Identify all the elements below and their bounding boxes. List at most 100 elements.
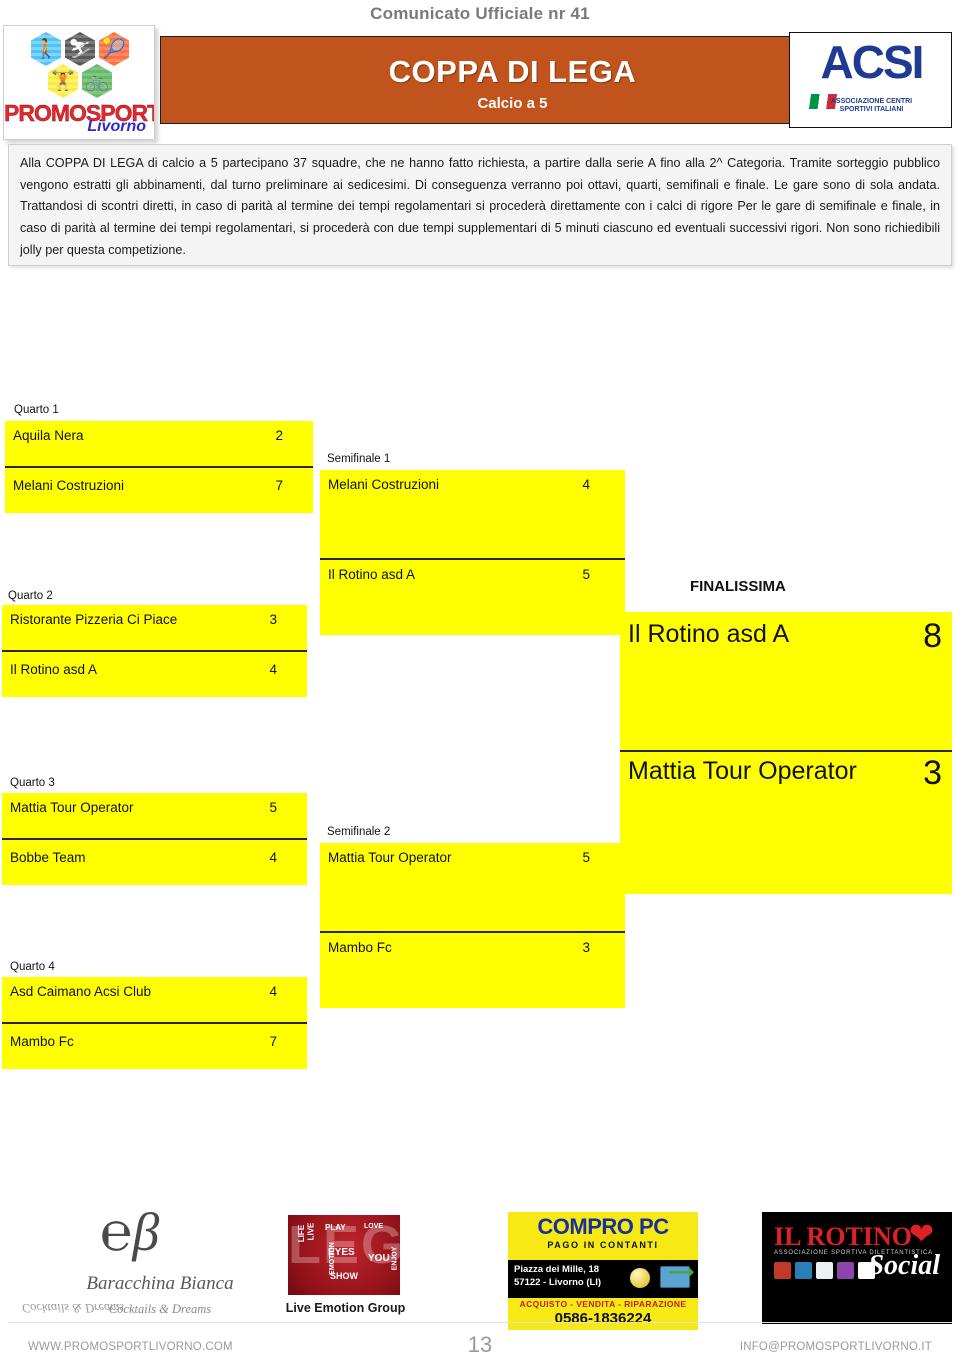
match-divider xyxy=(2,838,307,840)
rotino-partner-icons xyxy=(774,1262,875,1279)
match-divider xyxy=(2,650,307,652)
team-home-q3: Mattia Tour Operator xyxy=(10,800,134,815)
heart-icon: ❤ xyxy=(908,1218,934,1251)
match-divider xyxy=(2,1022,307,1024)
recycle-arrow-icon: ⟶ xyxy=(668,1262,694,1282)
hex-tennis-icon: 🎾 xyxy=(99,32,129,66)
communique-number: Comunicato Ufficiale nr 41 xyxy=(370,4,590,23)
round-label-semifinal-1: Semifinale 1 xyxy=(327,453,391,465)
baracchina-monogram-icon: ℮β xyxy=(100,1202,160,1262)
partner-icon-2 xyxy=(795,1262,812,1279)
score-away-q2: 4 xyxy=(269,662,277,677)
match-divider xyxy=(5,466,313,468)
score-home-q1: 2 xyxy=(275,428,283,443)
page-title: COPPA DI LEGA xyxy=(388,54,637,89)
partner-icon-1 xyxy=(774,1262,791,1279)
compro-header-band: COMPRO PC PAGO IN CONTANTI xyxy=(508,1212,698,1260)
match-box-quarter-4: Asd Caimano Acsi Club 4 Mambo Fc 7 xyxy=(2,977,307,1069)
acsi-tagline-line2: SPORTIVI ITALIANI xyxy=(839,106,904,114)
score-home-sf2: 5 xyxy=(582,850,590,865)
team-away-q4: Mambo Fc xyxy=(10,1034,74,1049)
score-home-q2: 3 xyxy=(269,612,277,627)
hex-cycling-icon: 🚲 xyxy=(82,64,112,98)
leg-name: Live Emotion Group xyxy=(285,1301,406,1315)
compro-title: COMPRO PC xyxy=(537,1214,669,1239)
partner-icon-4 xyxy=(837,1262,854,1279)
match-divider xyxy=(320,931,625,933)
score-home-q4: 4 xyxy=(269,984,277,999)
leg-word-enjoy: ENJOY xyxy=(391,1246,399,1271)
hex-skiing-icon: ⛷ xyxy=(65,32,95,66)
score-away-final: 3 xyxy=(923,754,942,792)
score-home-sf1: 4 xyxy=(582,477,590,492)
acsi-tagline: ASSOCIAZIONE CENTRI SPORTIVI ITALIANI xyxy=(790,97,951,116)
round-label-quarter-3: Quarto 3 xyxy=(10,777,55,789)
hex-running-icon: 🚶 xyxy=(31,32,61,66)
hex-weightlifting-icon: 🏋 xyxy=(48,64,78,98)
match-box-quarter-2: Ristorante Pizzeria Ci Piace 3 Il Rotino… xyxy=(2,605,307,697)
acsi-acronym: ACSI xyxy=(820,36,925,88)
round-label-quarter-1: Quarto 1 xyxy=(14,404,59,416)
match-box-semifinal-1-tail xyxy=(320,585,625,635)
logo-hex-row-bottom: 🏋 🚲 xyxy=(4,64,154,98)
match-box-final: Il Rotino asd A 8 Mattia Tour Operator 3 xyxy=(620,612,952,894)
acsi-logo: ACSI ASSOCIAZIONE CENTRI SPORTIVI ITALIA… xyxy=(789,32,952,128)
team-away-q2: Il Rotino asd A xyxy=(10,662,98,677)
compro-address-band: Piazza dei Mille, 18 57122 - Livorno (LI… xyxy=(508,1260,698,1298)
leg-word-life: LIFE xyxy=(297,1224,307,1243)
leg-word-live: LIVE xyxy=(306,1222,316,1241)
round-label-quarter-2: Quarto 2 xyxy=(8,590,53,602)
team-away-final: Mattia Tour Operator xyxy=(628,757,857,785)
leg-word-play: PLAY xyxy=(325,1223,346,1232)
document-page: Comunicato Ufficiale nr 41 🚶 ⛷ 🎾 🏋 🚲 PRO… xyxy=(0,0,960,1370)
team-away-q3: Bobbe Team xyxy=(10,850,86,865)
match-divider xyxy=(320,558,625,560)
match-box-quarter-1: Aquila Nera 2 Melani Costruzioni 7 xyxy=(5,421,313,513)
partner-icon-5 xyxy=(858,1262,875,1279)
sponsor-baracchina-bianca: ℮β Baracchina Bianca Cocktails & Dreams … xyxy=(22,1202,234,1335)
baracchina-tagline-reflection: Cocktails & Dreams xyxy=(21,1301,125,1315)
match-box-semifinal-1: Melani Costruzioni 4 Il Rotino asd A 5 xyxy=(320,470,625,585)
compro-phone: 0586-1836224 xyxy=(554,1310,652,1327)
compro-address-line1: Piazza dei Mille, 18 xyxy=(514,1264,600,1275)
compro-services: ACQUISTO - VENDITA - RIPARAZIONE xyxy=(519,1299,687,1309)
partner-icon-3 xyxy=(816,1262,833,1279)
score-away-sf1: 5 xyxy=(582,567,590,582)
team-away-sf2: Mambo Fc xyxy=(328,940,392,955)
team-home-q4: Asd Caimano Acsi Club xyxy=(10,984,152,999)
leg-word-emotion: EMOTION xyxy=(328,1242,336,1275)
score-away-sf2: 3 xyxy=(582,940,590,955)
leg-logo-tile: LEG LIFE LIVE PLAY LOVE EYES YOU SHOW EM… xyxy=(288,1215,400,1295)
rotino-name: IL ROTINO xyxy=(774,1222,912,1251)
score-home-final: 8 xyxy=(923,617,942,655)
score-away-q1: 7 xyxy=(275,478,283,493)
footer-email[interactable]: INFO@PROMOSPORTLIVORNO.IT xyxy=(740,1341,932,1353)
compro-address-line2: 57122 - Livorno (LI) xyxy=(514,1276,602,1288)
promosport-city: Livorno xyxy=(87,118,146,135)
leg-word-you: YOU xyxy=(368,1253,390,1264)
team-home-final: Il Rotino asd A xyxy=(628,620,790,648)
coin-icon xyxy=(630,1268,650,1288)
sponsor-il-rotino-social: IL ROTINO ❤ ASSOCIAZIONE SPORTIVA DILETT… xyxy=(762,1212,952,1324)
score-home-q3: 5 xyxy=(269,800,277,815)
leg-word-love: LOVE xyxy=(364,1223,384,1230)
promosport-logo: 🚶 ⛷ 🎾 🏋 🚲 PROMOSPORT Livorno xyxy=(3,25,155,140)
round-label-quarter-4: Quarto 4 xyxy=(10,961,55,973)
page-subtitle: Calcio a 5 xyxy=(477,95,548,112)
round-label-semifinal-2: Semifinale 2 xyxy=(327,826,391,838)
sponsor-live-emotion-group: LEG LIFE LIVE PLAY LOVE EYES YOU SHOW EM… xyxy=(286,1215,410,1335)
compro-address: Piazza dei Mille, 18 57122 - Livorno (LI… xyxy=(514,1264,601,1290)
compro-services-band: ACQUISTO - VENDITA - RIPARAZIONE 0586-18… xyxy=(508,1298,698,1330)
team-away-q1: Melani Costruzioni xyxy=(13,478,125,493)
compro-subtitle: PAGO IN CONTANTI xyxy=(547,1240,659,1250)
team-home-q1: Aquila Nera xyxy=(13,428,84,443)
match-box-semifinal-2: Mattia Tour Operator 5 Mambo Fc 3 xyxy=(320,843,625,958)
match-divider xyxy=(620,750,952,752)
logo-hex-row-top: 🚶 ⛷ 🎾 xyxy=(4,32,154,66)
match-box-quarter-3: Mattia Tour Operator 5 Bobbe Team 4 xyxy=(2,793,307,885)
acsi-tagline-line1: ASSOCIAZIONE CENTRI xyxy=(830,97,913,105)
title-banner: COPPA DI LEGA Calcio a 5 xyxy=(160,36,865,124)
rules-text-box: Alla COPPA DI LEGA di calcio a 5 parteci… xyxy=(8,144,952,266)
rotino-social-script: Social xyxy=(868,1250,940,1281)
team-away-sf1: Il Rotino asd A xyxy=(328,567,416,582)
